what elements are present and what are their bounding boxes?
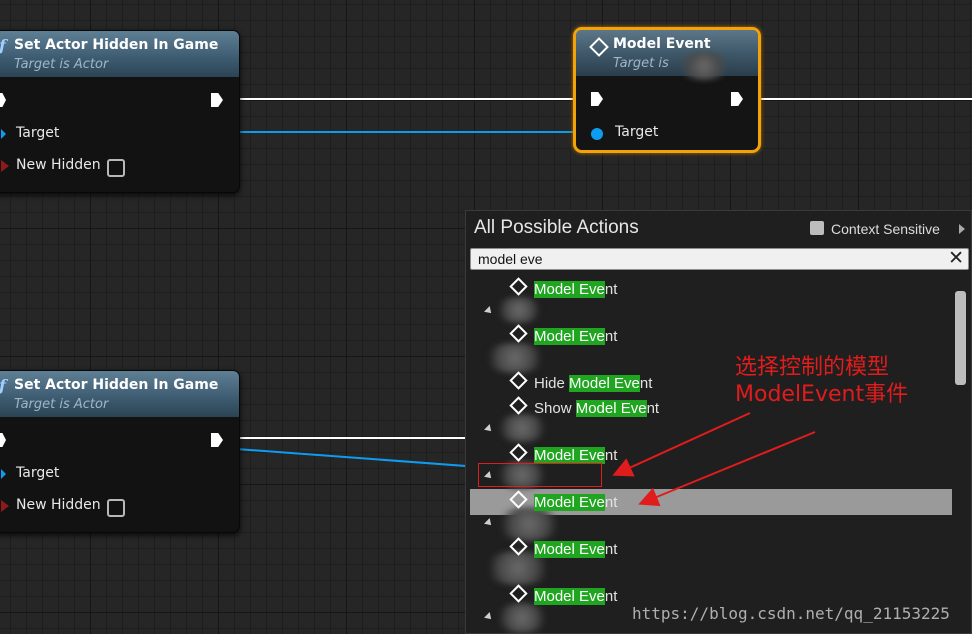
annotation-arrow-2	[638, 431, 816, 507]
watermark: https://blog.csdn.net/qq_21153225	[632, 604, 950, 623]
annotation-arrows	[612, 412, 816, 507]
annotation-arrow-1	[612, 412, 751, 477]
